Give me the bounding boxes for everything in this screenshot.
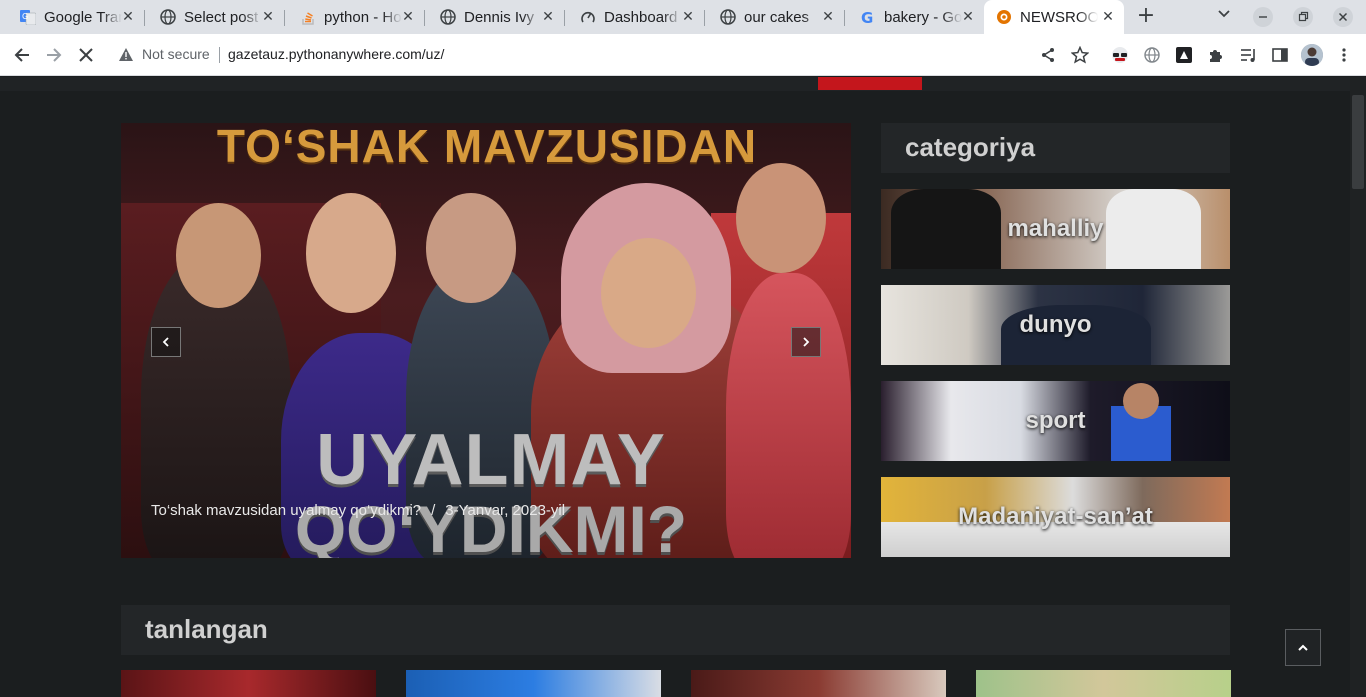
svg-text:G: G — [22, 12, 28, 21]
profile-avatar[interactable] — [1301, 44, 1323, 66]
browser-tab-2[interactable]: Select post ✕ — [140, 2, 285, 32]
tab-title: python - How — [324, 8, 402, 26]
extension-glasses-icon[interactable] — [1111, 46, 1129, 64]
hero-caption-title[interactable]: To‘shak mavzusidan uyalmay qo‘ydikmi? — [151, 502, 421, 519]
tab-title: bakery - Google — [884, 8, 962, 26]
chevron-up-icon — [1298, 644, 1308, 651]
close-icon[interactable]: ✕ — [680, 9, 696, 25]
globe-icon — [440, 9, 456, 25]
category-card-dunyo[interactable]: dunyo — [881, 285, 1230, 365]
forward-arrow-icon[interactable] — [42, 43, 66, 67]
side-panel-icon[interactable] — [1271, 46, 1289, 64]
security-status-label[interactable]: Not secure — [142, 46, 210, 62]
back-to-top-button[interactable] — [1285, 629, 1321, 666]
omnibox-divider — [219, 47, 220, 63]
tab-title: Select post — [184, 8, 259, 26]
globe-icon — [160, 9, 176, 25]
category-card-mahalliy[interactable]: mahalliy — [881, 189, 1230, 269]
share-icon[interactable] — [1039, 46, 1057, 64]
window-close-icon[interactable] — [1333, 7, 1353, 27]
close-icon[interactable]: ✕ — [960, 9, 976, 25]
category-heading: categoriya — [905, 132, 1036, 162]
hero-slider[interactable]: TO‘SHAK MAVZUSIDAN UYALMAY QO‘YDIKMI? To… — [121, 123, 851, 558]
browser-tab-6[interactable]: our cakes ✕ — [700, 2, 845, 32]
hero-face-man — [176, 203, 261, 308]
browser-tab-8-active[interactable]: NEWSROOM ✕ — [984, 0, 1124, 34]
slider-prev-button[interactable] — [151, 327, 181, 357]
category-label[interactable]: dunyo — [881, 285, 1230, 365]
tab-title: Dennis Ivy — [464, 8, 535, 26]
hero-face-right — [736, 163, 826, 273]
scrollbar-thumb[interactable] — [1352, 95, 1364, 189]
tab-title: our cakes — [744, 8, 810, 26]
page-scrollbar[interactable] — [1350, 77, 1366, 697]
chevron-right-icon — [803, 337, 810, 347]
stop-loading-icon[interactable] — [74, 43, 98, 67]
back-arrow-icon[interactable] — [10, 43, 34, 67]
featured-thumbnail[interactable] — [121, 670, 376, 697]
hero-face-headscarf — [601, 238, 696, 348]
browser-tab-4[interactable]: Dennis Ivy ✕ — [420, 2, 565, 32]
svg-text:G: G — [861, 9, 873, 25]
bookmark-star-icon[interactable] — [1071, 46, 1089, 64]
chevron-down-icon[interactable] — [1214, 7, 1234, 27]
browser-tab-7[interactable]: G bakery - Google ✕ — [840, 2, 984, 32]
featured-thumbnail[interactable] — [406, 670, 661, 697]
reading-list-icon[interactable] — [1239, 46, 1257, 64]
tab-title: NEWSROOM — [1020, 8, 1098, 26]
extension-globe-icon[interactable] — [1143, 46, 1161, 64]
google-translate-icon: G — [20, 9, 36, 25]
stackoverflow-icon — [300, 9, 316, 25]
address-bar[interactable]: Not secure gazetauz.pythonanywhere.com/u… — [110, 39, 1095, 71]
google-icon: G — [860, 9, 876, 25]
chevron-left-icon — [162, 337, 169, 347]
category-label[interactable]: sport — [881, 381, 1230, 461]
browser-tab-3[interactable]: python - How ✕ — [280, 2, 425, 32]
slider-next-button[interactable] — [791, 327, 821, 357]
hero-caption[interactable]: To‘shak mavzusidan uyalmay qo‘ydikmi? / 3-… — [151, 502, 565, 519]
tab-title: Google Translate — [44, 8, 122, 26]
featured-section-header: tanlangan — [121, 605, 1230, 655]
featured-heading: tanlangan — [145, 614, 268, 644]
category-card-madaniyat[interactable]: Madaniyat-san’at — [881, 477, 1230, 557]
extensions-puzzle-icon[interactable] — [1207, 46, 1225, 64]
web-page: TO‘SHAK MAVZUSIDAN UYALMAY QO‘YDIKMI? To… — [0, 77, 1366, 697]
hero-caption-date: 3-Yanvar, 2023-yil — [445, 502, 566, 519]
extension-black-square-icon[interactable] — [1175, 46, 1193, 64]
tab-title: Dashboard — [604, 8, 678, 26]
browser-tab-1[interactable]: G Google Translate ✕ — [0, 2, 145, 32]
browser-tab-5[interactable]: Dashboard ✕ — [560, 2, 705, 32]
close-icon[interactable]: ✕ — [1100, 9, 1116, 25]
hero-caption-separator: / — [431, 502, 436, 519]
globe-icon — [720, 9, 736, 25]
hero-image-headline: TO‘SHAK MAVZUSIDAN — [216, 123, 758, 172]
featured-thumbnail[interactable] — [691, 670, 946, 697]
newsroom-icon — [996, 9, 1012, 25]
kebab-menu-icon[interactable] — [1335, 46, 1353, 64]
featured-thumbnail[interactable] — [976, 670, 1231, 697]
site-nav-bar — [0, 77, 1350, 91]
active-nav-indicator[interactable] — [818, 77, 922, 90]
close-icon[interactable]: ✕ — [820, 9, 836, 25]
url-text[interactable]: gazetauz.pythonanywhere.com/uz/ — [228, 46, 444, 62]
category-label[interactable]: Madaniyat-san’at — [881, 477, 1230, 557]
browser-tab-strip: G Google Translate ✕ Select post ✕ pytho… — [0, 0, 1366, 34]
new-tab-plus-icon[interactable]: + — [1136, 5, 1156, 28]
hero-face-green — [426, 193, 516, 303]
hero-person-right — [726, 273, 851, 558]
hero-image-text-line1: UYALMAY — [316, 420, 666, 500]
close-icon[interactable]: ✕ — [260, 9, 276, 25]
hero-face-woman — [306, 193, 396, 313]
category-card-sport[interactable]: sport — [881, 381, 1230, 461]
close-icon[interactable]: ✕ — [540, 9, 556, 25]
restore-icon[interactable] — [1293, 7, 1313, 27]
close-icon[interactable]: ✕ — [120, 9, 136, 25]
browser-toolbar: Not secure gazetauz.pythonanywhere.com/u… — [0, 34, 1366, 76]
category-panel-header: categoriya — [881, 123, 1230, 173]
minimize-icon[interactable] — [1253, 7, 1273, 27]
dashboard-icon — [580, 9, 596, 25]
warning-icon[interactable] — [118, 47, 134, 63]
category-label[interactable]: mahalliy — [881, 189, 1230, 269]
close-icon[interactable]: ✕ — [400, 9, 416, 25]
